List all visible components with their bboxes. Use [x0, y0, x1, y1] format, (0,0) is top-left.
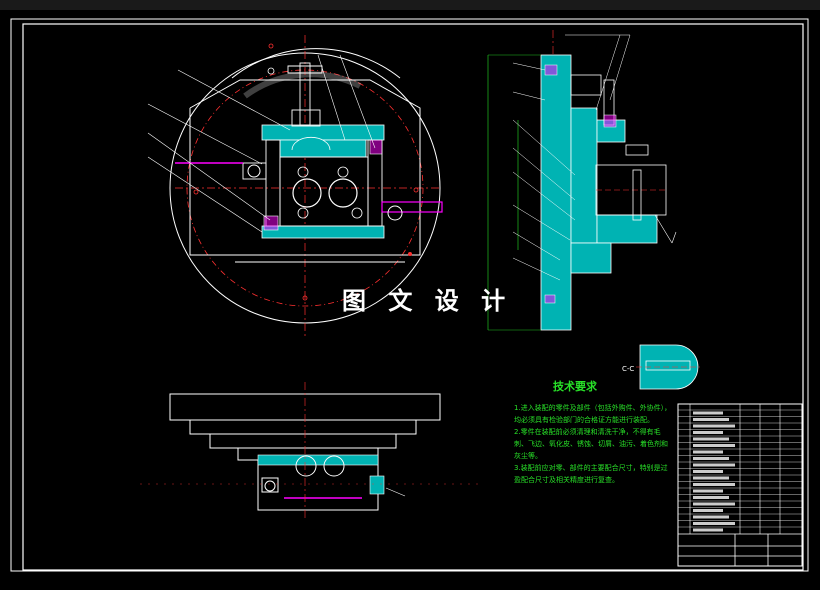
left-wall [265, 139, 281, 227]
top-clamp [261, 124, 385, 141]
title-block-cell-text [693, 444, 735, 447]
front-view [140, 382, 480, 518]
title-block-cell-text [693, 476, 729, 480]
title-block-cell-text [693, 509, 723, 512]
title-block-cell-text [693, 463, 735, 467]
tech-note-3: 3.装配前应对零、部件的主要配合尺寸，特别是过盈配合尺寸及相关精度进行复查。 [514, 464, 668, 484]
bore-right [328, 178, 358, 208]
title-block-cell-text [693, 489, 723, 493]
slot-arc [243, 71, 362, 99]
bottom-base [261, 225, 385, 239]
title-block-cell-text [693, 411, 723, 415]
title-block [677, 403, 803, 567]
cad-drawing-window: 图 文 设 计 C-C 技术要求 1.进入装配的零件及部件（包括外购件、外协件）… [0, 0, 820, 590]
bore-left [292, 178, 322, 208]
title-block-cell-text [693, 470, 723, 473]
technical-requirements-notes: 1.进入装配的零件及部件（包括外购件、外协件），均必须具有检验部门的合格证方能进… [514, 402, 672, 486]
title-block-cell-text [693, 496, 729, 499]
title-block-cell-text [693, 450, 723, 454]
section-cc-detail [636, 344, 700, 390]
title-block-cell-text [693, 515, 729, 519]
watermark-text: 图 文 设 计 [342, 287, 513, 315]
title-block-cell-text [693, 418, 729, 421]
title-block-cell-text [693, 502, 735, 506]
title-block-cell-text [693, 528, 723, 532]
main-column [540, 54, 572, 331]
side-section-view [487, 30, 677, 331]
tech-note-2: 2.零件在装配前必须清理和清洗干净，不得有毛刺、飞边、氧化皮、锈蚀、切屑、油污、… [514, 428, 668, 460]
title-block-cell-text [693, 424, 735, 428]
title-block-cell-text [693, 522, 735, 525]
title-block-cell-text [693, 431, 723, 434]
title-block-cell-text [693, 437, 729, 441]
title-block-cell-text [693, 457, 729, 460]
title-block-cell-text [693, 483, 735, 486]
section-label: C-C [622, 365, 635, 373]
technical-requirements-title: 技术要求 [553, 380, 597, 393]
tech-note-1: 1.进入装配的零件及部件（包括外购件、外协件），均必须具有检验部门的合格证方能进… [514, 404, 672, 424]
